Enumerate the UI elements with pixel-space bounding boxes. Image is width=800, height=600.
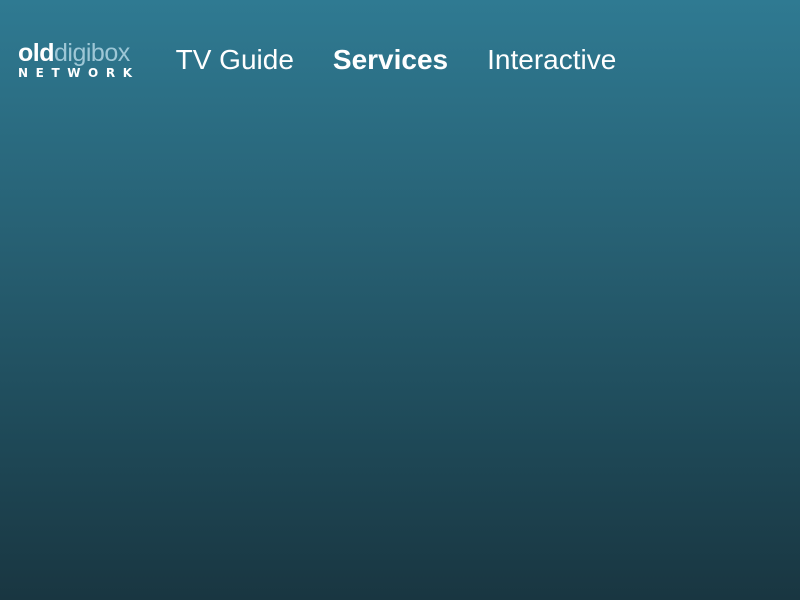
logo-old-text: old (18, 39, 55, 67)
nav-item-interactive[interactable]: Interactive (487, 44, 616, 76)
header: olddigibox NETWORK TV Guide Services Int… (18, 38, 655, 82)
nav-item-tv-guide[interactable]: TV Guide (176, 44, 294, 76)
logo-network-text: NETWORK (18, 66, 140, 80)
nav-item-services[interactable]: Services (333, 44, 448, 76)
logo: olddigibox NETWORK (18, 41, 140, 80)
logo-wordmark: olddigibox (18, 41, 140, 66)
logo-digibox-text: digibox (54, 39, 130, 67)
main-nav: TV Guide Services Interactive (176, 44, 656, 76)
